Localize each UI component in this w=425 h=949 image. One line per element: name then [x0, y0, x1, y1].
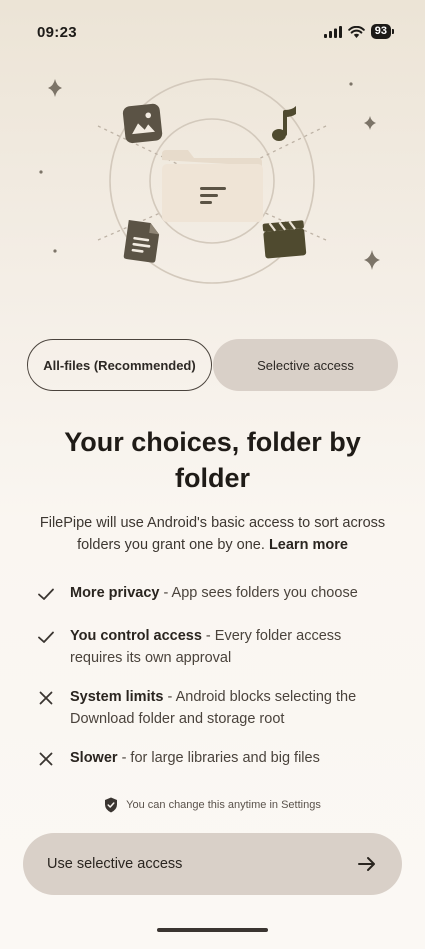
shield-check-icon [105, 797, 118, 813]
selective-access-option-label: Selective access [257, 357, 354, 373]
close-icon [39, 752, 53, 766]
all-files-option-label: All-files (Recommended) [43, 357, 196, 373]
document-file-icon [123, 219, 160, 263]
list-item: System limits - Android blocks selecting… [36, 686, 396, 730]
image-file-icon [122, 103, 163, 144]
list-item: More privacy - App sees folders you choo… [36, 582, 396, 604]
music-note-icon [272, 106, 296, 141]
page-description: FilePipe will use Android's basic access… [30, 512, 395, 556]
video-clapper-icon [262, 220, 307, 259]
feature-text: - App sees folders you choose [159, 585, 358, 601]
close-icon [39, 691, 53, 705]
feature-title: System limits [70, 689, 164, 705]
feature-text: - for large libraries and big files [117, 750, 320, 766]
all-files-option[interactable]: All-files (Recommended) [27, 339, 212, 391]
access-mode-toggle: All-files (Recommended) Selective access [27, 339, 398, 391]
list-item: You control access - Every folder access… [36, 625, 396, 669]
cta-label: Use selective access [47, 856, 183, 872]
folder-icon [162, 150, 263, 222]
check-icon [38, 631, 54, 643]
feature-title: More privacy [70, 585, 160, 601]
selective-access-option[interactable]: Selective access [213, 339, 398, 391]
battery-indicator: 93 [370, 24, 395, 39]
feature-title: You control access [70, 628, 202, 644]
wifi-icon [347, 25, 365, 38]
feature-title: Slower [70, 750, 118, 766]
page-title-line2: folder [174, 463, 250, 493]
use-selective-access-button[interactable]: Use selective access [23, 833, 402, 895]
check-icon [38, 588, 54, 600]
system-icons: 93 [323, 24, 395, 39]
status-bar: 09:23 93 [0, 0, 425, 64]
page-title-line1: Your choices, folder by [64, 427, 361, 457]
list-item: Slower - for large libraries and big fil… [36, 747, 396, 769]
page-title: Your choices, folder by folder [30, 424, 395, 496]
hero-illustration [39, 78, 380, 284]
learn-more-link[interactable]: Learn more [269, 537, 348, 553]
settings-note-text: You can change this anytime in Settings [126, 799, 321, 811]
home-indicator[interactable] [157, 928, 268, 932]
settings-note: You can change this anytime in Settings [0, 797, 425, 813]
arrow-right-icon [358, 857, 375, 871]
signal-icon [323, 25, 342, 38]
status-time: 09:23 [37, 24, 77, 41]
